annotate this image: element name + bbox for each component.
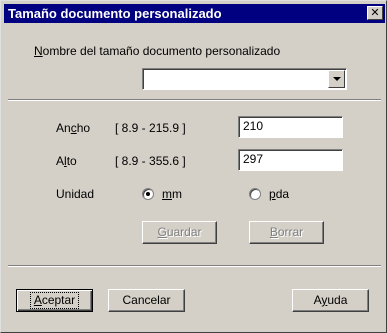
delete-button[interactable]: Borrar: [249, 221, 324, 244]
window-title: Tamaño documento personalizado: [8, 6, 222, 21]
separator-bottom: [8, 265, 381, 267]
help-button[interactable]: Ayuda: [292, 289, 369, 312]
separator-top: [8, 99, 381, 101]
save-button[interactable]: Guardar: [142, 221, 217, 244]
width-label: Ancho: [56, 121, 91, 135]
width-input[interactable]: 210: [238, 116, 343, 138]
unit-inch-label[interactable]: pda: [269, 187, 289, 201]
paper-name-combobox[interactable]: [142, 68, 347, 90]
focus-indicator: Aceptar: [29, 292, 80, 309]
height-input[interactable]: 297: [238, 149, 343, 171]
height-range: [ 8.9 - 355.6 ]: [115, 154, 186, 168]
cancel-button[interactable]: Cancelar: [108, 289, 185, 312]
height-label: Alto: [56, 154, 77, 168]
name-label: Nombre del tamaño documento personalizad…: [34, 44, 281, 58]
close-button[interactable]: ✕: [367, 6, 383, 20]
accept-button[interactable]: Aceptar: [16, 289, 93, 312]
unit-inch-radio[interactable]: [249, 188, 261, 200]
close-icon: ✕: [370, 7, 380, 19]
width-range: [ 8.9 - 215.9 ]: [115, 121, 186, 135]
title-bar: Tamaño documento personalizado ✕: [4, 4, 385, 23]
chevron-down-icon[interactable]: [328, 70, 345, 88]
unit-mm-radio[interactable]: [142, 188, 154, 200]
custom-paper-size-dialog: Tamaño documento personalizado ✕ Nombre …: [0, 0, 387, 333]
unit-label: Unidad: [56, 187, 95, 201]
unit-mm-label[interactable]: mm: [162, 187, 182, 201]
